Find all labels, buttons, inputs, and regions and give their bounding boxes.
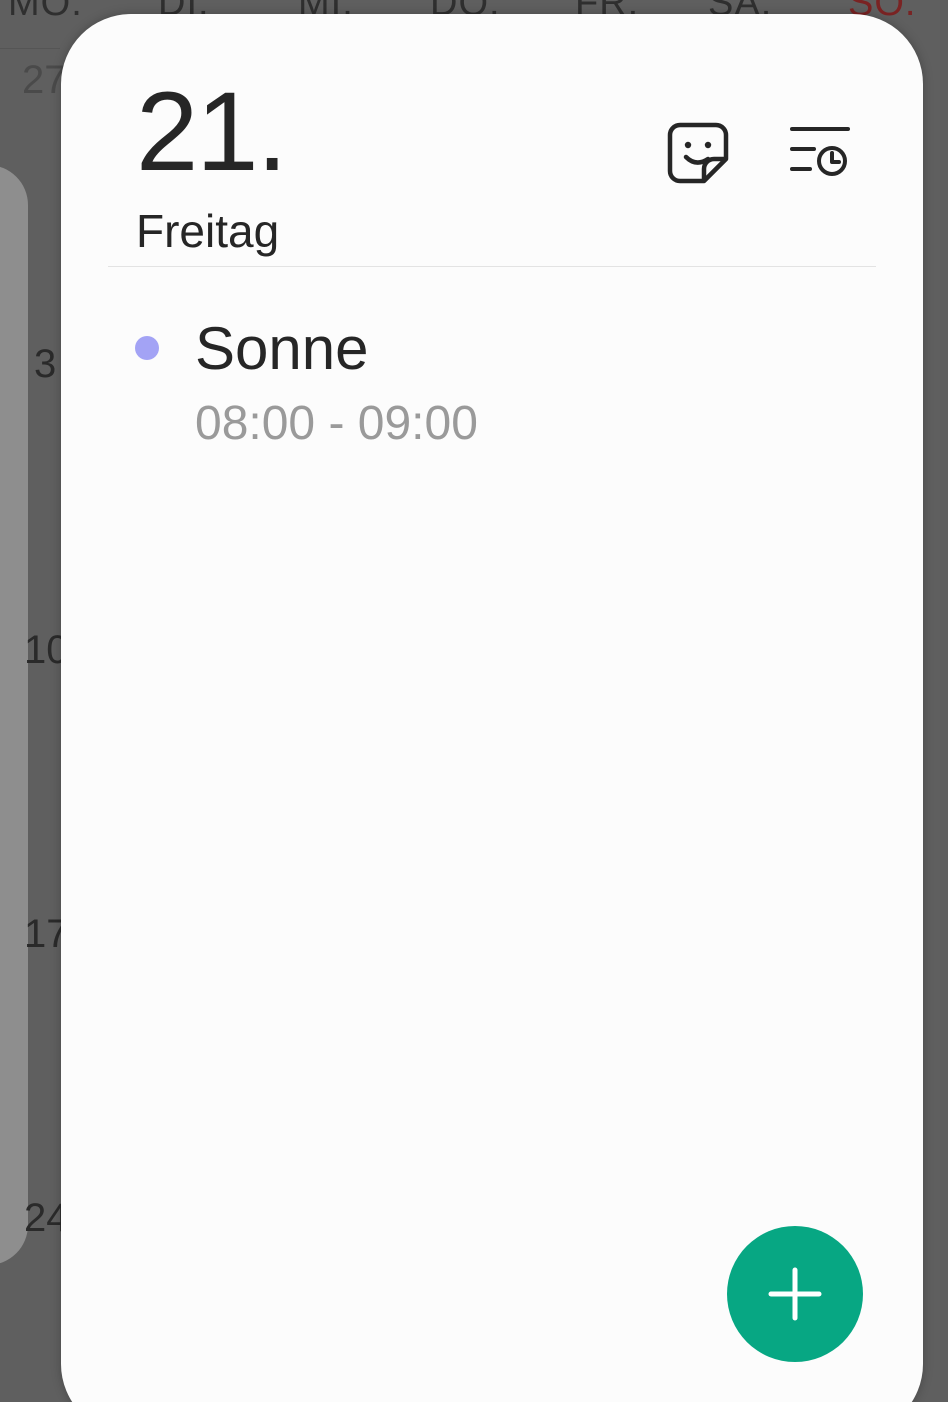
- sticker-icon: [667, 122, 729, 184]
- add-event-button[interactable]: [727, 1226, 863, 1362]
- grid-line: [0, 48, 60, 49]
- header-divider: [108, 266, 876, 267]
- back-date-3[interactable]: 3: [34, 342, 56, 387]
- event-item[interactable]: Sonne 08:00 - 09:00: [61, 314, 923, 464]
- back-date-27[interactable]: 27: [22, 58, 67, 103]
- sticker-button[interactable]: [663, 118, 733, 188]
- event-color-dot: [135, 336, 159, 360]
- background-day-card: [0, 165, 28, 1265]
- schedule-button[interactable]: [785, 118, 855, 188]
- event-time: 08:00 - 09:00: [195, 397, 478, 450]
- plus-icon: [768, 1267, 822, 1321]
- schedule-list-icon: [790, 127, 850, 176]
- day-detail-popup: 21. Freitag Sonne 08:00 - 09:00: [61, 14, 923, 1402]
- event-title: Sonne: [195, 315, 369, 382]
- day-number: 21.: [136, 69, 288, 194]
- calendar-screen: MO. DI. MI. DO. FR. SA. SO. 27 3 10 17 2…: [0, 0, 948, 1402]
- weekday-mo: MO.: [8, 0, 83, 24]
- day-name: Freitag: [136, 205, 280, 257]
